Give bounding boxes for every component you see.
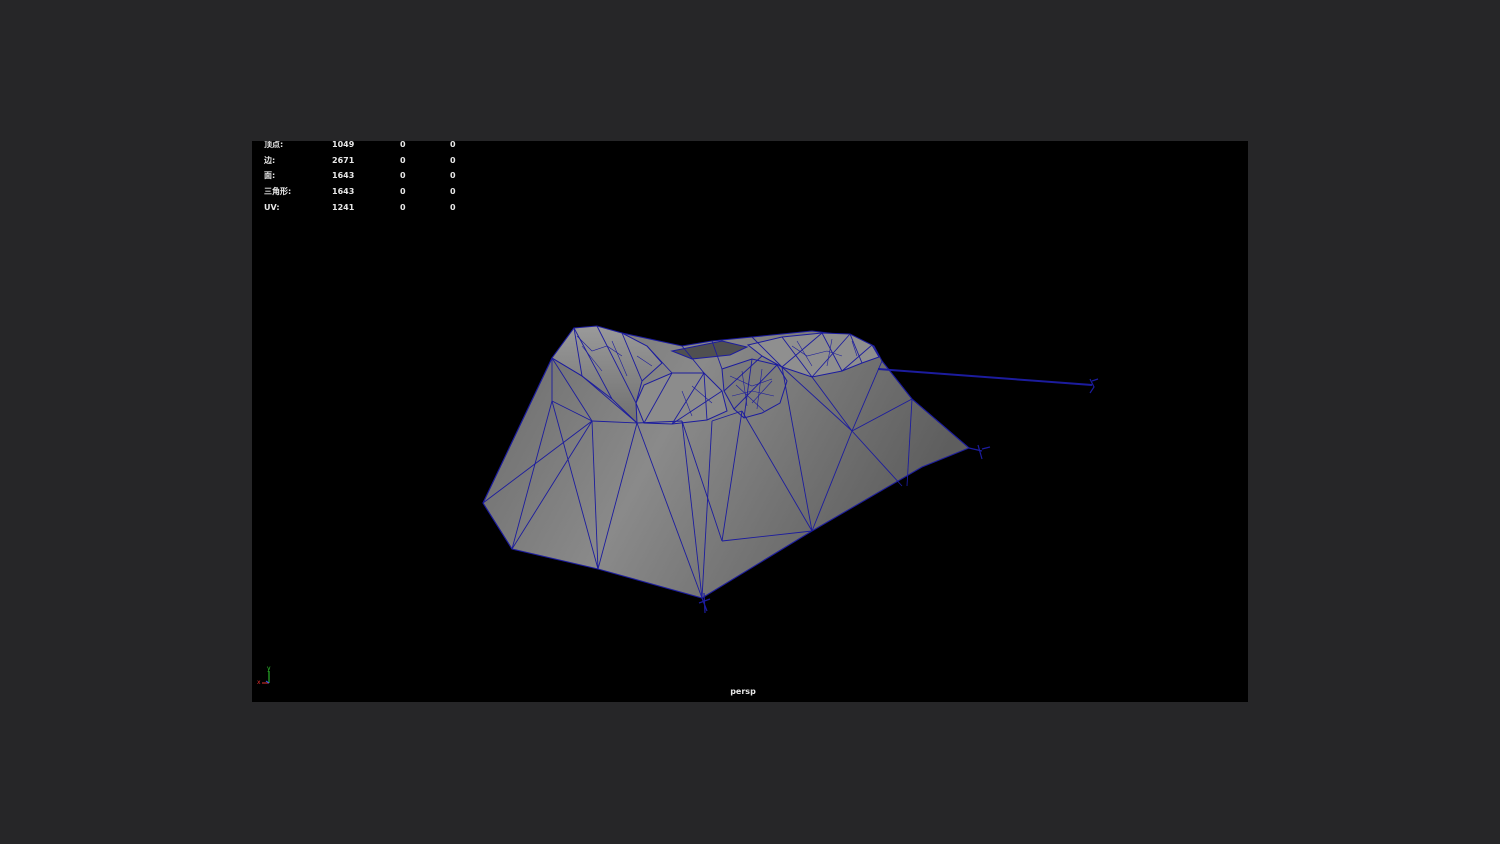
camera-name-label: persp (730, 687, 756, 696)
axis-y-label: y (267, 665, 271, 672)
axis-x-label: x (257, 679, 261, 686)
rope-end-hook (1089, 378, 1099, 394)
viewport-persp[interactable]: 顶点: 1049 0 0 边: 2671 0 0 面: 1643 0 0 三角形… (252, 141, 1248, 702)
tent-rope (877, 368, 1093, 386)
corner-peg-right (968, 444, 991, 460)
axis-gizmo: y x (257, 665, 271, 686)
tent-mesh-model[interactable] (252, 141, 1248, 702)
